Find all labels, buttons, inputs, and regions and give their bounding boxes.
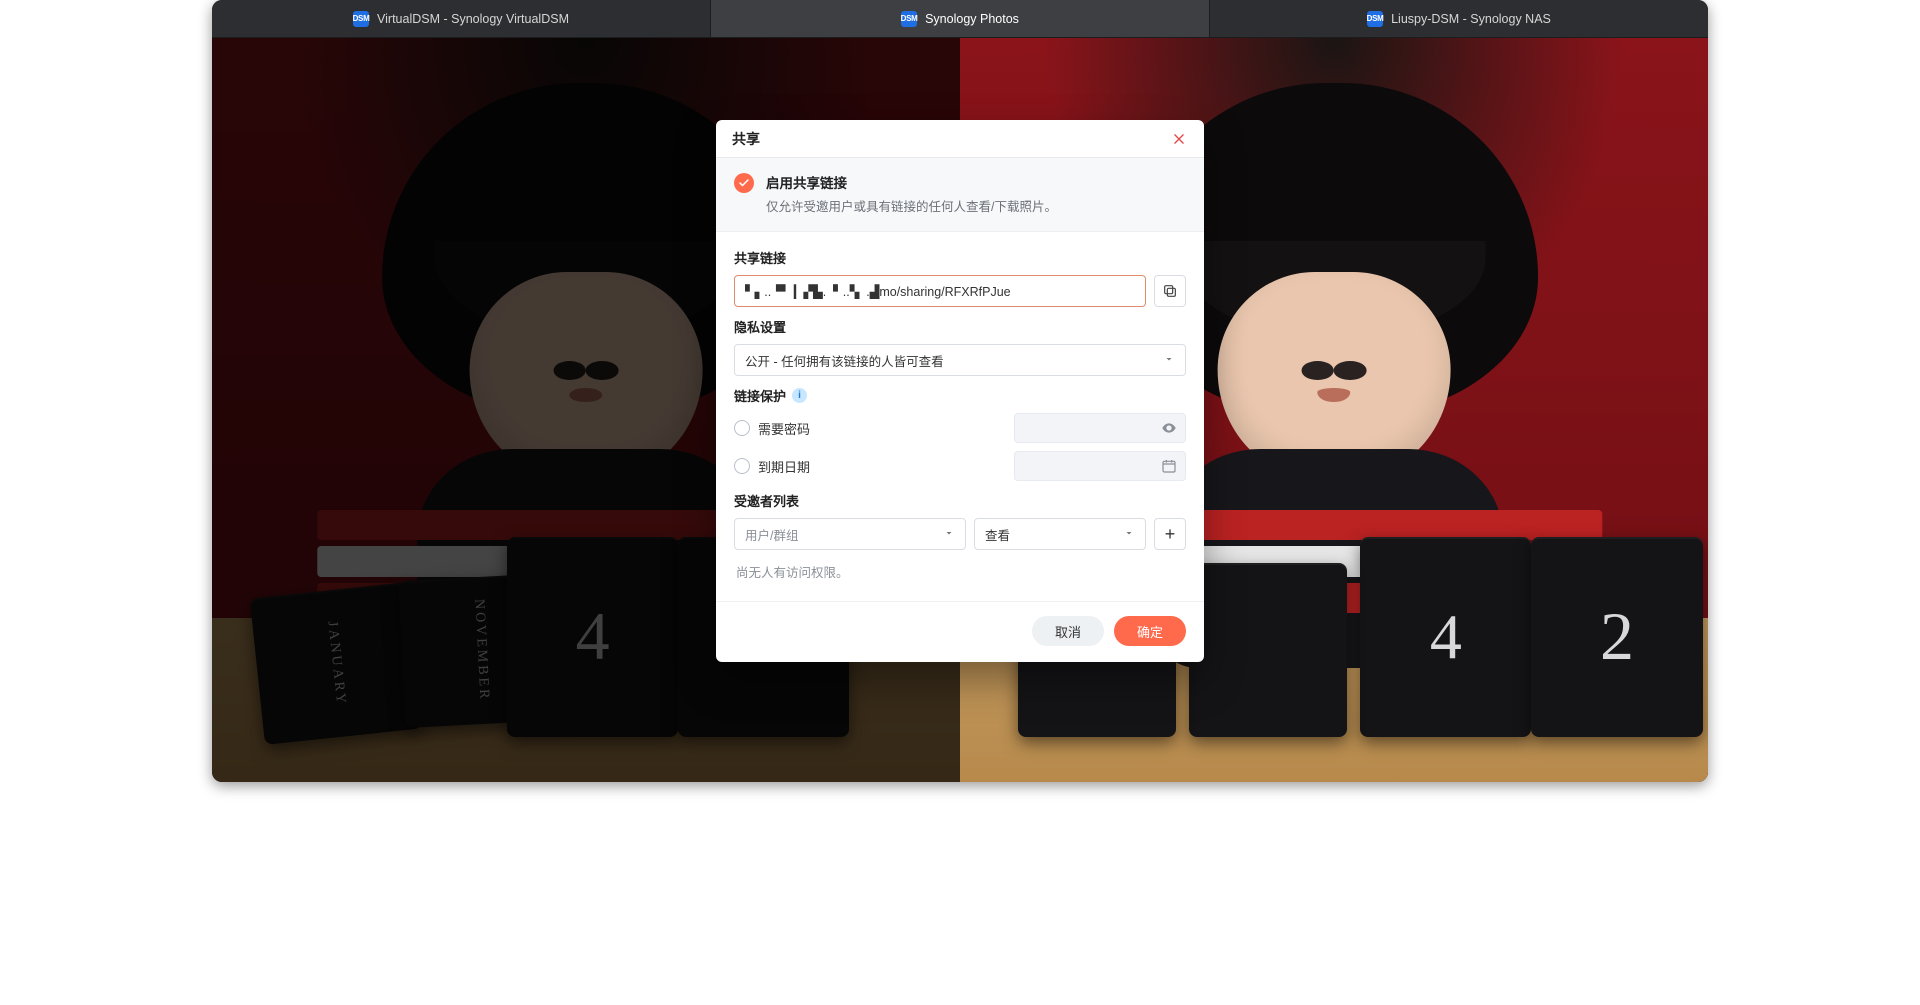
block-digit: 4 [1360, 537, 1531, 738]
chevron-down-icon [1123, 527, 1135, 542]
eye-icon [1161, 420, 1177, 436]
password-option[interactable]: 需要密码 [734, 419, 810, 438]
tab-liuspy-dsm[interactable]: DSM Liuspy-DSM - Synology NAS [1210, 0, 1708, 37]
expire-option[interactable]: 到期日期 [734, 457, 810, 476]
expire-option-label: 到期日期 [758, 457, 810, 476]
enable-text: 启用共享链接 仅允许受邀用户或具有链接的任何人查看/下载照片。 [766, 172, 1057, 215]
invitee-perm-select[interactable]: 查看 [974, 518, 1146, 550]
tab-label: VirtualDSM - Synology VirtualDSM [377, 12, 569, 26]
expire-field[interactable] [1014, 451, 1186, 481]
calendar-icon [1161, 458, 1177, 474]
radio-icon [734, 458, 750, 474]
tab-label: Liuspy-DSM - Synology NAS [1391, 12, 1551, 26]
copy-icon [1162, 283, 1178, 299]
add-invitee-button[interactable]: + [1154, 518, 1186, 550]
invitee-perm-selected: 查看 [985, 525, 1010, 544]
check-circle-icon [734, 173, 754, 193]
invitee-user-placeholder: 用户/群组 [745, 525, 798, 544]
enable-subtitle: 仅允许受邀用户或具有链接的任何人查看/下载照片。 [766, 196, 1057, 215]
dialog-footer: 取消 确定 [716, 601, 1204, 662]
tab-virtualdsm[interactable]: DSM VirtualDSM - Synology VirtualDSM [212, 0, 711, 37]
privacy-select[interactable]: 公开 - 任何拥有该链接的人皆可查看 [734, 344, 1186, 376]
dialog-header: 共享 [716, 120, 1204, 158]
protection-label-text: 链接保护 [734, 386, 786, 405]
chevron-down-icon [943, 527, 955, 542]
browser-tabbar: DSM VirtualDSM - Synology VirtualDSM DSM… [212, 0, 1708, 38]
privacy-selected: 公开 - 任何拥有该链接的人皆可查看 [745, 351, 944, 370]
enable-title: 启用共享链接 [766, 172, 1057, 192]
tab-synology-photos[interactable]: DSM Synology Photos [711, 0, 1210, 37]
protection-label: 链接保护 i [734, 386, 1186, 405]
dsm-favicon-icon: DSM [353, 11, 369, 27]
privacy-label: 隐私设置 [734, 317, 1186, 336]
dialog-body: 共享链接 隐私设置 公开 - 任何拥有该链接的人皆可查看 链接保护 [716, 232, 1204, 593]
radio-icon [734, 420, 750, 436]
dsm-favicon-icon: DSM [1367, 11, 1383, 27]
password-field[interactable] [1014, 413, 1186, 443]
chevron-down-icon [1163, 353, 1175, 368]
copy-link-button[interactable] [1154, 275, 1186, 307]
app-window: DSM VirtualDSM - Synology VirtualDSM DSM… [212, 0, 1708, 782]
enable-share-row[interactable]: 启用共享链接 仅允许受邀用户或具有链接的任何人查看/下载照片。 [716, 158, 1204, 232]
cancel-button[interactable]: 取消 [1032, 616, 1104, 646]
dsm-favicon-icon: DSM [901, 11, 917, 27]
invitee-user-select[interactable]: 用户/群组 [734, 518, 966, 550]
password-option-label: 需要密码 [758, 419, 810, 438]
share-dialog: 共享 启用共享链接 仅允许受邀用户或具有链接的任何人查看/下载照片。 共享链接 [716, 120, 1204, 662]
invitees-label: 受邀者列表 [734, 491, 1186, 510]
block-blank [1189, 563, 1347, 737]
dialog-title: 共享 [732, 129, 760, 149]
share-link-label: 共享链接 [734, 248, 1186, 267]
close-button[interactable] [1170, 130, 1188, 148]
tab-label: Synology Photos [925, 12, 1019, 26]
close-icon [1172, 132, 1186, 146]
ok-button[interactable]: 确定 [1114, 616, 1186, 646]
share-link-input[interactable] [734, 275, 1146, 307]
plus-icon: + [1165, 524, 1176, 545]
block-digit: 2 [1531, 537, 1702, 738]
invitees-empty: 尚无人有访问权限。 [736, 562, 1184, 581]
info-icon[interactable]: i [792, 388, 807, 403]
